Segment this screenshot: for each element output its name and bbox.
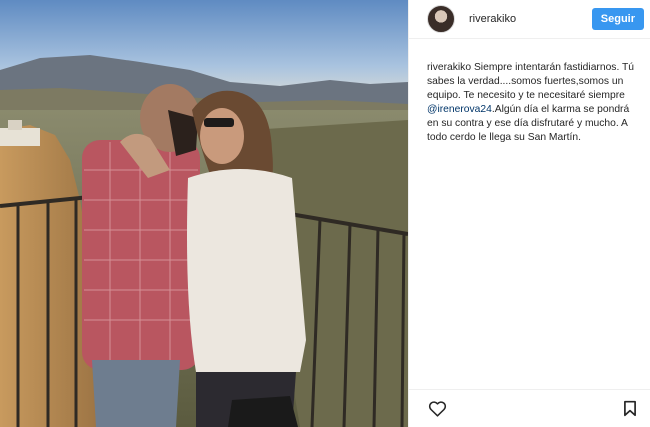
post-caption: riverakiko Siempre intentarán fastidiarn…: [409, 39, 650, 145]
avatar[interactable]: [427, 5, 455, 33]
post-sidebar: riverakiko Seguir riverakiko Siempre int…: [408, 0, 650, 427]
caption-username[interactable]: riverakiko: [427, 62, 471, 73]
instagram-post: riverakiko Seguir riverakiko Siempre int…: [0, 0, 650, 427]
post-header: riverakiko Seguir: [409, 0, 650, 39]
post-photo[interactable]: [0, 0, 408, 427]
caption-mention-link[interactable]: @irenerova24: [427, 104, 492, 115]
save-button[interactable]: [620, 399, 640, 419]
couple-kissing-photo: [0, 0, 408, 427]
bookmark-icon: [624, 400, 636, 417]
heart-icon: [428, 401, 446, 417]
follow-button[interactable]: Seguir: [591, 8, 644, 30]
post-actions: [409, 389, 650, 427]
like-button[interactable]: [427, 399, 447, 419]
username[interactable]: riverakiko: [469, 13, 592, 25]
